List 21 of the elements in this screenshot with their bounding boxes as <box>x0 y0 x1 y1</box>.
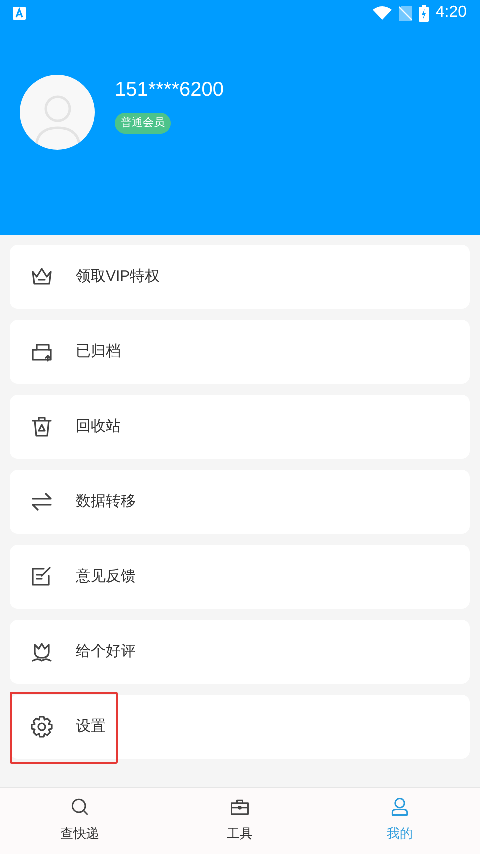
battery-charging-icon <box>418 4 429 22</box>
search-icon <box>69 796 91 818</box>
wifi-icon <box>372 6 392 20</box>
app-notification-icon <box>13 6 26 20</box>
swap-arrows-icon <box>30 490 54 514</box>
menu-item[interactable]: 给个好评 <box>10 620 470 684</box>
nav-tab[interactable]: 工具 <box>160 788 320 854</box>
settings-icon <box>30 715 54 739</box>
recycle-bin-icon <box>30 415 54 439</box>
menu-item[interactable]: 数据转移 <box>10 470 470 534</box>
nav-tab[interactable]: 查快递 <box>0 788 160 854</box>
menu-item[interactable]: 领取VIP特权 <box>10 245 470 309</box>
tulip-icon <box>30 640 54 664</box>
membership-badge: 普通会员 <box>115 113 171 134</box>
menu-item[interactable]: 回收站 <box>10 395 470 459</box>
user-phone-number: 151****6200 <box>115 78 224 103</box>
menu-item[interactable]: 已归档 <box>10 320 470 384</box>
menu-item[interactable]: 意见反馈 <box>10 545 470 609</box>
no-sim-icon <box>398 6 412 20</box>
clock-time: 4:20 <box>436 3 467 23</box>
person-icon <box>389 796 411 818</box>
